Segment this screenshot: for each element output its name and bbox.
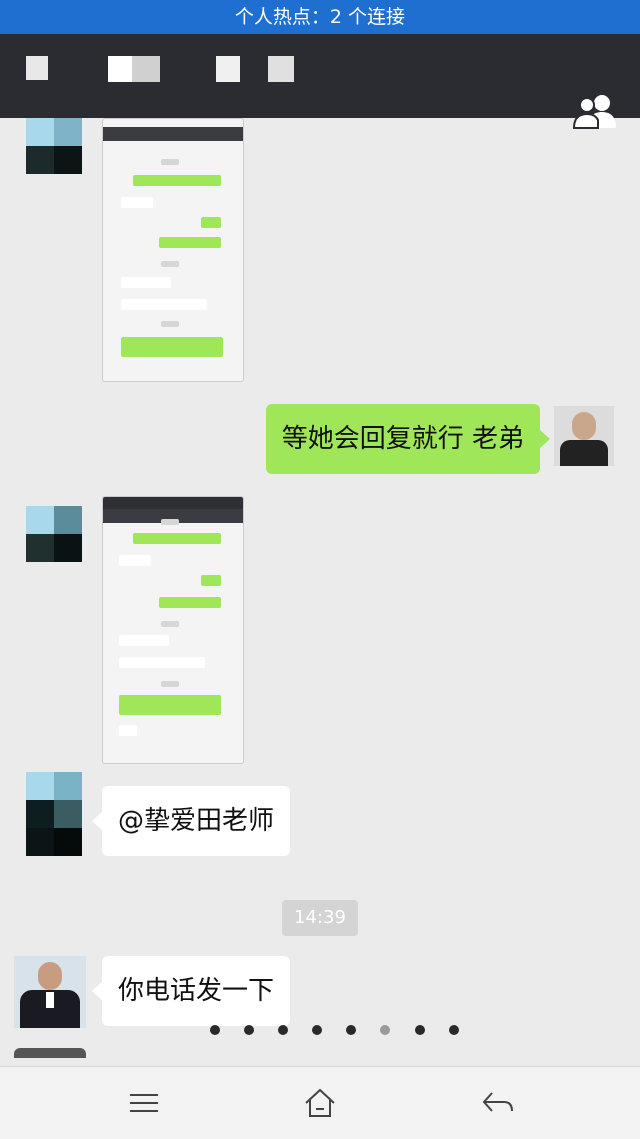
sender-avatar[interactable] [26, 772, 82, 856]
chat-area[interactable]: 等她会回复就行 老弟 @挚爱田老师 14:39 你电话发一下 [0, 118, 640, 1058]
page-dot [210, 1025, 220, 1035]
received-message[interactable]: 你电话发一下 [91, 956, 291, 1026]
chat-title-bar [0, 34, 640, 129]
next-avatar-partial [14, 1048, 86, 1058]
timestamp: 14:39 [282, 900, 358, 936]
message-text: 你电话发一下 [118, 976, 275, 1006]
my-avatar[interactable] [554, 406, 614, 466]
sender-avatar[interactable] [26, 118, 82, 174]
hotspot-text: 个人热点：2 个连接 [234, 6, 406, 28]
hotspot-banner[interactable]: 个人热点：2 个连接 [0, 0, 640, 34]
sender-avatar[interactable] [26, 506, 82, 562]
system-nav-bar [0, 1066, 640, 1139]
page-dot [414, 1025, 425, 1035]
page-indicator [210, 1020, 478, 1035]
back-icon[interactable] [478, 1085, 518, 1121]
home-icon[interactable] [300, 1085, 340, 1121]
page-dot [448, 1025, 459, 1035]
timestamp-text: 14:39 [294, 907, 346, 928]
received-message[interactable]: @挚爱田老师 [91, 786, 291, 856]
screenshot-image[interactable] [102, 496, 244, 764]
sender-avatar[interactable] [14, 956, 86, 1028]
obscured-title [26, 56, 296, 84]
message-text: @挚爱田老师 [118, 806, 275, 836]
message-text: 等她会回复就行 老弟 [281, 424, 524, 454]
sent-message[interactable]: 等她会回复就行 老弟 [265, 404, 551, 474]
menu-icon[interactable] [124, 1085, 164, 1121]
screenshot-image[interactable] [102, 118, 244, 382]
